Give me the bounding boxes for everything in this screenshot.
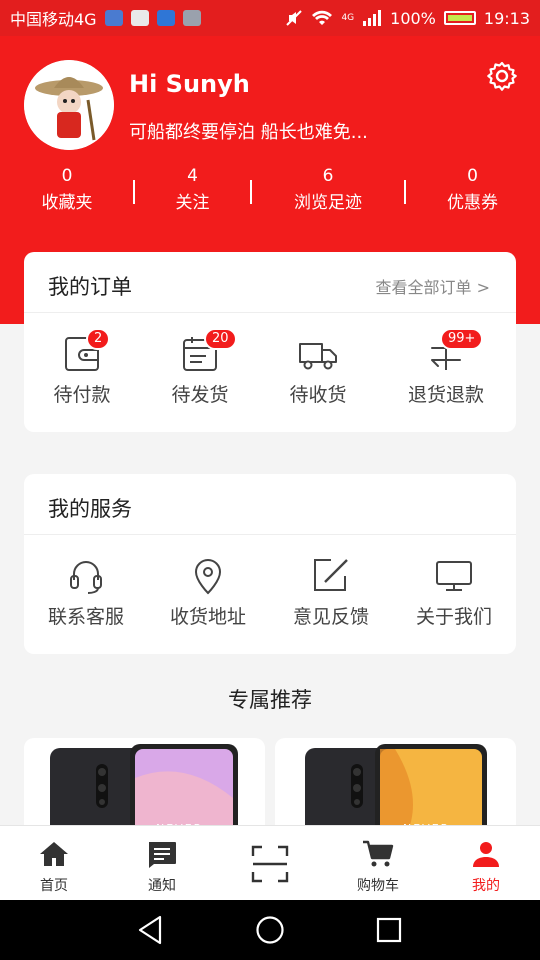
back-icon[interactable]: [136, 914, 164, 946]
system-nav-bar: [0, 900, 540, 960]
user-greeting: Hi Sunyh: [129, 70, 250, 98]
network-type: 4G: [341, 13, 355, 23]
avatar[interactable]: [24, 60, 114, 150]
wifi-icon: [312, 10, 333, 25]
order-label: 待付款: [53, 384, 111, 406]
recommend-title: 专属推荐: [228, 688, 312, 712]
orders-card: 我的订单 查看全部订单 > 待付款 2 待发货 20 待收货 退货退款 99+: [24, 252, 516, 432]
view-all-orders-link[interactable]: 查看全部订单 >: [376, 274, 491, 298]
stat-value: 6: [322, 166, 334, 186]
battery-icon: [443, 11, 476, 25]
stat-divider: [404, 180, 406, 204]
tab-notifications[interactable]: 通知: [108, 826, 216, 900]
tab-scan[interactable]: [216, 826, 324, 900]
avatar-image: [24, 60, 114, 150]
truck-icon: [299, 343, 337, 370]
service-label: 意见反馈: [292, 606, 369, 628]
order-label: 退货退款: [407, 384, 484, 406]
tab-home[interactable]: 首页: [0, 826, 108, 900]
order-count-badge: 2: [86, 328, 111, 350]
stat-history[interactable]: 6 浏览足迹: [251, 164, 405, 218]
cart-icon: [363, 840, 394, 867]
tab-label: 购物车: [357, 878, 399, 894]
tab-profile[interactable]: 我的: [432, 826, 540, 900]
service-address[interactable]: 收货地址: [160, 556, 256, 629]
stat-divider: [250, 180, 252, 204]
tab-label: 我的: [472, 878, 500, 894]
order-label: 待发货: [171, 384, 229, 406]
location-pin-icon: [194, 559, 222, 595]
service-label: 联系客服: [47, 606, 124, 628]
clock: 19:13: [483, 8, 530, 28]
stat-value: 4: [187, 166, 198, 186]
tab-cart[interactable]: 购物车: [324, 826, 432, 900]
order-count-badge: 99+: [440, 328, 484, 350]
bottom-tab-bar: 首页 通知 购物车 我的: [0, 825, 540, 900]
stat-label: 优惠券: [447, 193, 498, 213]
settings-gear-icon[interactable]: [486, 60, 518, 92]
recents-icon[interactable]: [376, 917, 402, 943]
person-icon: [473, 842, 499, 867]
product-image: NEVER: [305, 744, 487, 838]
signal-icon: [363, 10, 382, 26]
stat-value: 0: [61, 166, 73, 186]
order-pending-payment[interactable]: 待付款: [40, 334, 124, 407]
scan-icon: [251, 845, 289, 883]
order-label: 待收货: [289, 384, 347, 406]
orders-title: 我的订单: [48, 275, 132, 299]
carrier-label: 中国移动4G: [10, 10, 97, 29]
app-notification-icon: [104, 10, 123, 26]
tab-label: 首页: [40, 878, 68, 894]
divider: [24, 534, 516, 535]
stat-favorites[interactable]: 0 收藏夹: [0, 164, 134, 218]
product-card[interactable]: NEVER: [24, 738, 265, 838]
app-notification-icon: [130, 10, 149, 26]
service-feedback[interactable]: 意见反馈: [283, 556, 379, 629]
order-count-badge: 20: [204, 328, 237, 350]
headset-icon: [70, 561, 102, 594]
services-card: 我的服务 联系客服 收货地址 意见反馈 关于我们: [24, 474, 516, 654]
stat-label: 关注: [175, 193, 210, 213]
home-icon: [40, 842, 68, 866]
service-label: 关于我们: [415, 606, 492, 628]
home-circle-icon[interactable]: [255, 915, 285, 945]
service-about-us[interactable]: 关于我们: [406, 556, 502, 629]
monitor-icon: [436, 561, 472, 591]
stat-label: 收藏夹: [41, 193, 93, 213]
mute-icon: [286, 10, 303, 26]
usb-icon: [156, 10, 175, 26]
tab-label: 通知: [148, 878, 176, 894]
profile-stats: 0 收藏夹 4 关注 6 浏览足迹 0 优惠券: [0, 164, 540, 218]
product-image: NEVER: [50, 744, 238, 838]
edit-icon: [314, 559, 348, 591]
service-label: 收货地址: [169, 606, 246, 628]
stat-label: 浏览足迹: [294, 193, 362, 213]
stat-coupons[interactable]: 0 优惠券: [405, 164, 540, 218]
stat-divider: [133, 180, 135, 204]
user-motto: 可船都终要停泊 船长也难免...: [129, 122, 368, 143]
product-card[interactable]: NEVER: [275, 738, 516, 838]
divider: [24, 312, 516, 313]
message-icon: [149, 842, 176, 868]
service-contact-support[interactable]: 联系客服: [38, 556, 134, 629]
order-pending-receipt[interactable]: 待收货: [276, 334, 360, 407]
services-title: 我的服务: [48, 497, 132, 521]
gallery-icon: [182, 10, 201, 26]
status-bar: 中国移动4G 4G 100% 19:13: [0, 0, 540, 36]
stat-following[interactable]: 4 关注: [134, 164, 251, 218]
stat-value: 0: [467, 166, 478, 186]
battery-percent: 100%: [390, 8, 436, 28]
